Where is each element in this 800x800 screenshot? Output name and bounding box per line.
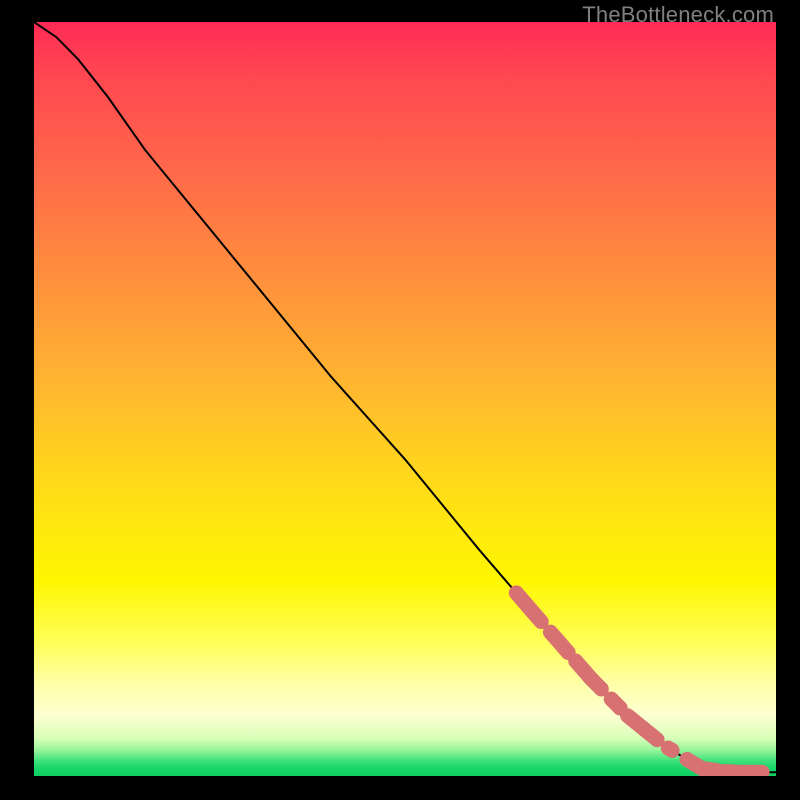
highlight-segment: [576, 661, 621, 708]
highlight-segment: [724, 772, 776, 773]
chart-svg: [34, 22, 776, 776]
highlight-segment: [516, 593, 568, 653]
chart-stage: TheBottleneck.com: [0, 0, 800, 800]
main-curve: [34, 22, 776, 772]
plot-area: [34, 22, 776, 776]
highlight-segment: [628, 716, 673, 751]
highlight-dashes: [516, 593, 776, 772]
highlight-segment: [687, 759, 717, 770]
